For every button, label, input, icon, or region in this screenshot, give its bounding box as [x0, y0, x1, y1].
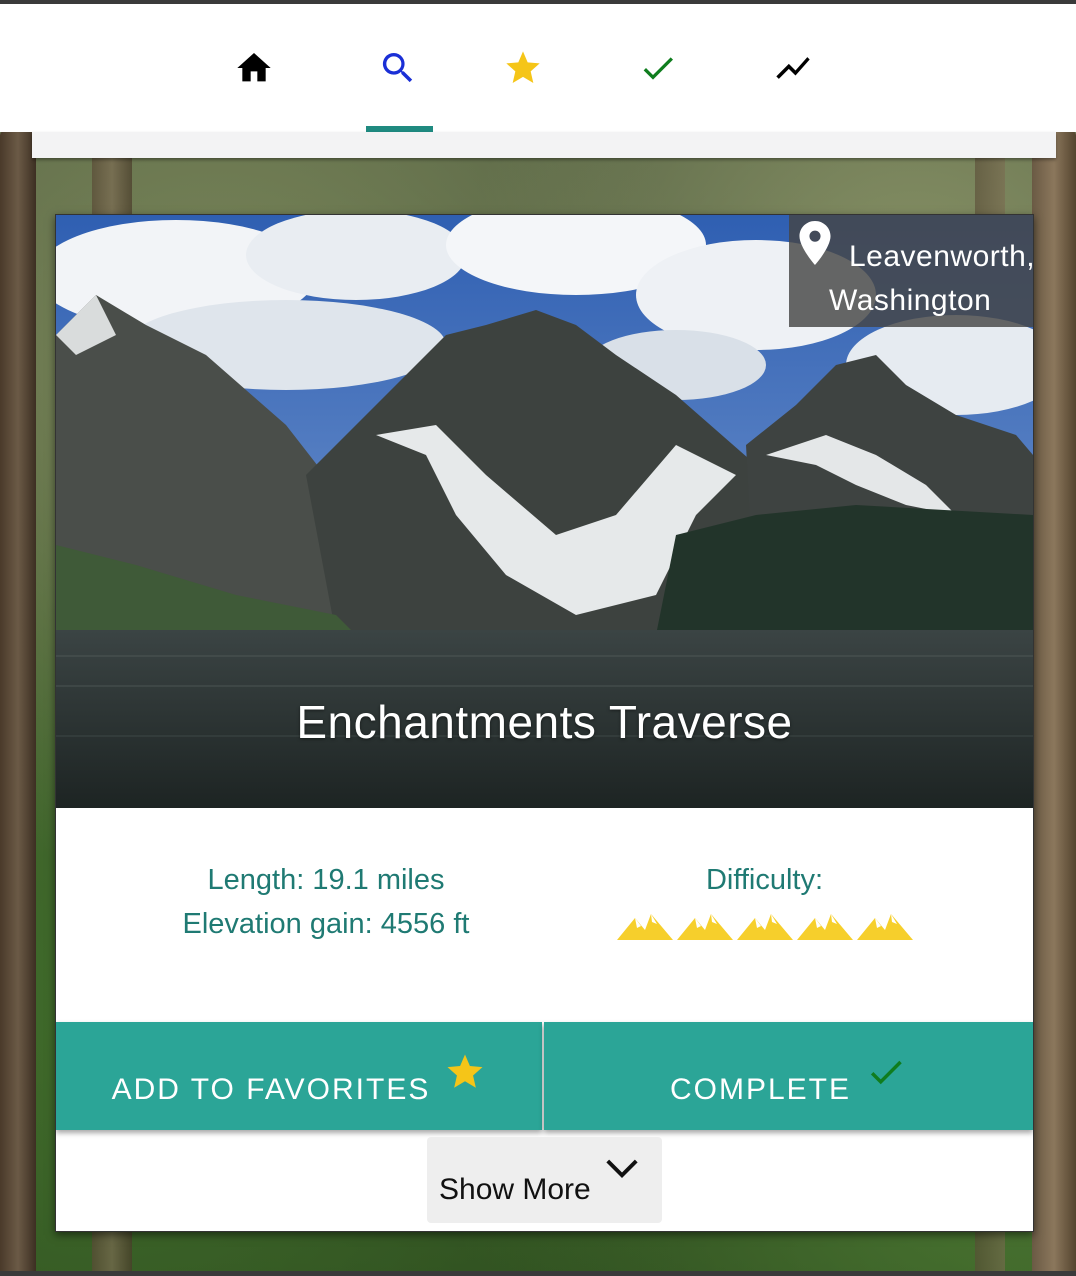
trail-length: Length: 19.1 miles — [207, 864, 445, 896]
trail-elevation: Elevation gain: 4556 ft — [182, 908, 470, 940]
complete-button[interactable]: COMPLETE — [544, 1022, 1033, 1130]
trail-stats: Length: 19.1 miles Elevation gain: 4556 … — [56, 808, 1033, 1022]
location-badge: Leavenworth, Washington — [789, 215, 1033, 327]
trend-icon — [776, 57, 810, 79]
mountain-rating-icon — [796, 914, 853, 940]
search-icon — [382, 53, 413, 83]
nav-stats[interactable] — [759, 32, 827, 104]
nav-home[interactable] — [220, 32, 288, 104]
star-icon — [447, 1054, 483, 1088]
tree-trunk — [1032, 130, 1076, 1276]
home-icon — [237, 53, 271, 82]
nav-search[interactable] — [364, 32, 432, 104]
check-icon — [870, 1060, 902, 1085]
add-to-favorites-label: ADD TO FAVORITES — [111, 1073, 431, 1106]
mountain-rating-icon — [856, 914, 913, 940]
trail-photo: Leavenworth, Washington Enchantments Tra… — [56, 215, 1033, 808]
tree-trunk — [0, 130, 36, 1276]
mountain-rating-icon — [616, 914, 673, 940]
location-state: Washington — [829, 284, 992, 317]
mountain-rating-icon — [676, 914, 733, 940]
star-icon — [506, 51, 540, 83]
add-to-favorites-button[interactable]: ADD TO FAVORITES — [56, 1022, 542, 1130]
show-more-button[interactable]: Show More — [427, 1137, 662, 1223]
location-city: Leavenworth, — [849, 240, 1033, 273]
search-panel-edge — [32, 132, 1056, 158]
window-bottom-border — [0, 1271, 1076, 1276]
difficulty-label: Difficulty: — [705, 864, 824, 896]
nav-completed[interactable] — [624, 32, 692, 104]
mountain-rating-icon — [736, 914, 793, 940]
trail-metrics: Length: 19.1 miles Elevation gain: 4556 … — [146, 858, 506, 946]
top-navigation-bar — [0, 4, 1076, 132]
trail-card: Leavenworth, Washington Enchantments Tra… — [55, 214, 1034, 1232]
trail-title: Enchantments Traverse — [296, 696, 793, 748]
check-icon — [643, 57, 673, 80]
trail-difficulty: Difficulty: — [596, 858, 933, 942]
difficulty-rating — [596, 910, 933, 942]
chevron-down-icon — [606, 1159, 638, 1179]
show-more-label: Show More — [439, 1173, 591, 1206]
complete-label: COMPLETE — [669, 1073, 852, 1106]
nav-favorites[interactable] — [489, 32, 557, 104]
